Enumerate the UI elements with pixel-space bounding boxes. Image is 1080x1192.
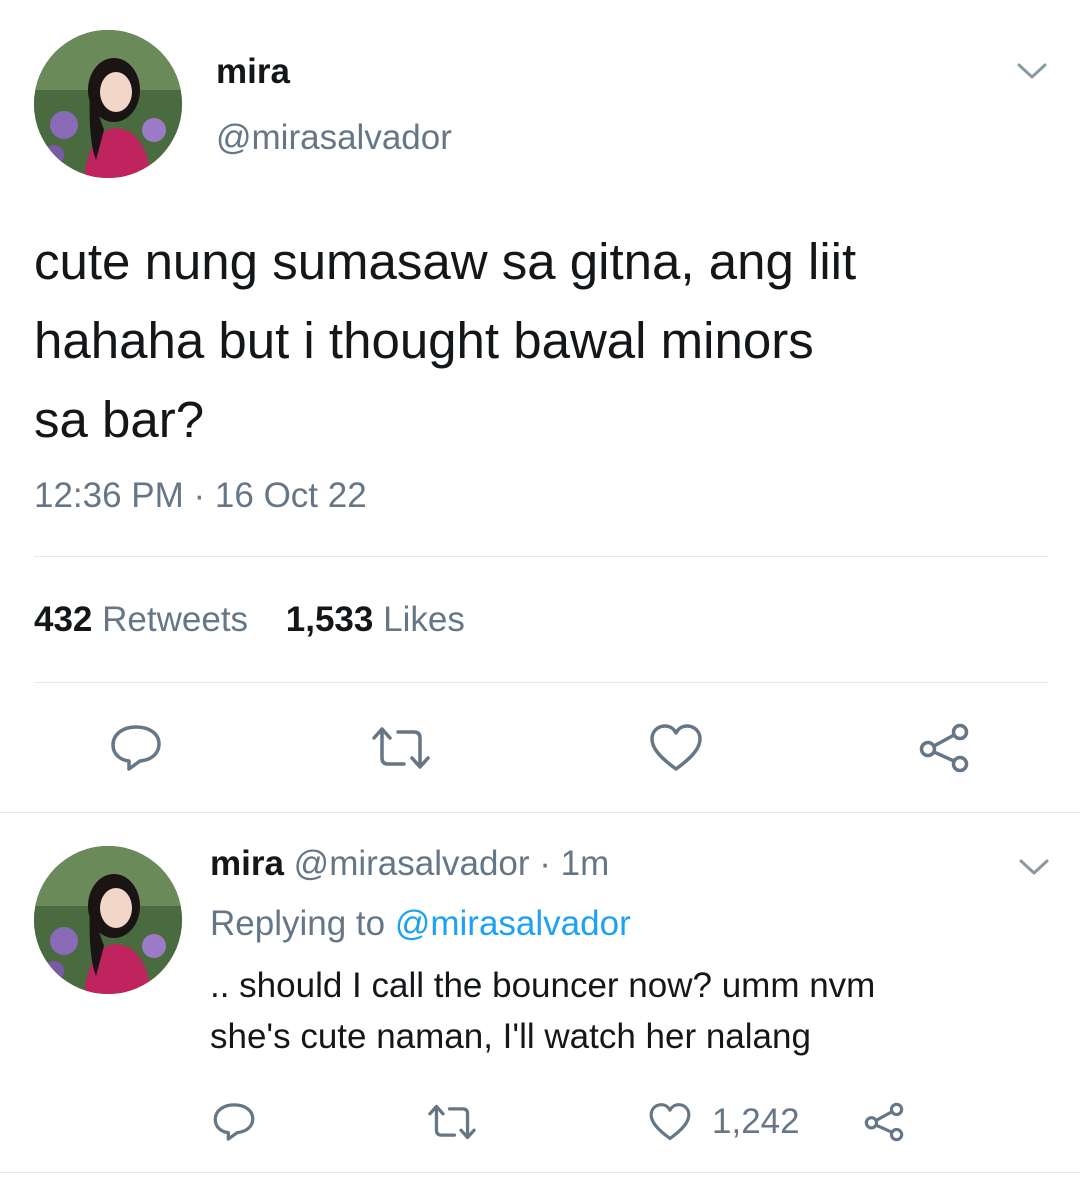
divider: [0, 812, 1080, 813]
replying-to: Replying to @mirasalvador: [210, 904, 631, 944]
like-count: 1,533: [285, 600, 374, 639]
retweet-icon[interactable]: [366, 718, 436, 778]
reply-icon[interactable]: [210, 1098, 258, 1146]
reply-time: · 1m: [539, 844, 610, 883]
like-label: Likes: [383, 600, 465, 639]
retweet-count: 432: [34, 600, 93, 639]
share-icon[interactable]: [860, 1098, 908, 1146]
retweet-label: Retweets: [102, 600, 249, 639]
reply-text-line: .. should I call the bouncer now? umm nv…: [210, 966, 876, 1005]
like-stat[interactable]: 1,533 Likes: [286, 600, 465, 639]
chevron-down-icon[interactable]: [1012, 56, 1052, 86]
reply-text: .. should I call the bouncer now? umm nv…: [210, 960, 1050, 1062]
reply-display-name[interactable]: mira: [210, 844, 284, 883]
heart-icon[interactable]: [646, 1098, 694, 1146]
tweet-text-line: hahaha but i thought bawal minors: [34, 312, 814, 369]
tweet-text-line: sa bar?: [34, 391, 205, 448]
divider: [0, 1172, 1080, 1173]
share-icon[interactable]: [914, 718, 974, 778]
tweet-timestamp[interactable]: 12:36 PM · 16 Oct 22: [34, 476, 367, 516]
tweet-text-line: cute nung sumasaw sa gitna, ang liit: [34, 233, 857, 290]
reply-text-line: she's cute naman, I'll watch her nalang: [210, 1017, 811, 1056]
reply-handle[interactable]: @mirasalvador: [294, 844, 530, 883]
divider: [34, 556, 1048, 557]
heart-icon[interactable]: [646, 718, 706, 778]
author-handle[interactable]: @mirasalvador: [216, 118, 452, 158]
replying-to-prefix: Replying to: [210, 904, 386, 943]
retweet-icon[interactable]: [424, 1098, 480, 1146]
divider: [34, 682, 1048, 683]
author-avatar[interactable]: [34, 30, 182, 178]
reply-like-count: 1,242: [712, 1102, 800, 1141]
reply-header: mira @mirasalvador · 1m: [210, 844, 609, 884]
tweet-text: cute nung sumasaw sa gitna, ang liit hah…: [34, 222, 1044, 459]
replying-to-link[interactable]: @mirasalvador: [395, 904, 631, 943]
retweet-stat[interactable]: 432 Retweets: [34, 600, 258, 639]
chevron-down-icon[interactable]: [1014, 852, 1054, 882]
author-display-name[interactable]: mira: [216, 52, 290, 92]
tweet-stats: 432 Retweets 1,533 Likes: [34, 600, 465, 640]
reply-icon[interactable]: [106, 718, 166, 778]
reply-author-avatar[interactable]: [34, 846, 182, 994]
